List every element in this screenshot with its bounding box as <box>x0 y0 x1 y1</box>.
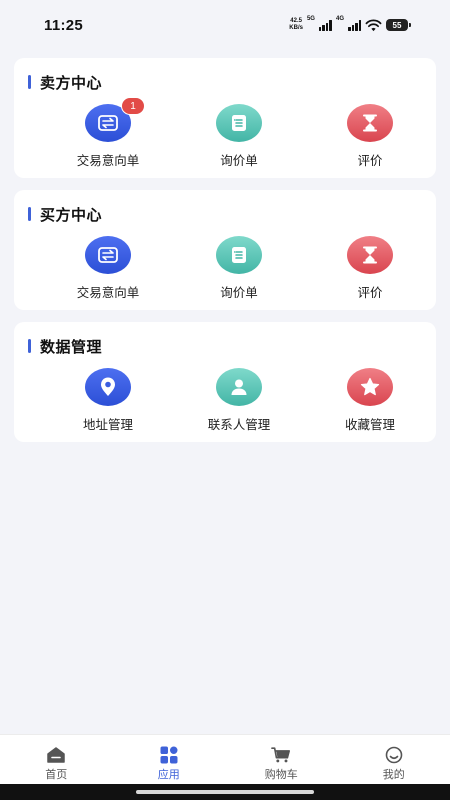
favorites-management-item[interactable]: 收藏管理 <box>315 366 425 432</box>
network-gen-5g: 5G <box>306 16 315 22</box>
list-document-icon <box>216 104 262 142</box>
section-accent-bar <box>28 75 31 89</box>
swap-arrows-icon <box>85 236 131 274</box>
nav-label: 购物车 <box>264 769 298 781</box>
section-title: 数据管理 <box>40 338 103 356</box>
signal-icon-2 <box>348 19 361 31</box>
section-buyer-center: 买方中心 交易意向单 询价单 评价 <box>14 190 436 310</box>
item-label: 询价单 <box>220 154 258 168</box>
notification-badge: 1 <box>121 97 145 115</box>
wifi-icon <box>365 19 382 31</box>
network-gen-4g: 4G <box>335 16 344 22</box>
home-icon <box>46 746 66 764</box>
address-management-item[interactable]: 地址管理 <box>53 366 163 432</box>
buyer-review-item[interactable]: 评价 <box>315 234 425 300</box>
nav-apps[interactable]: 应用 <box>113 735 226 784</box>
buyer-inquiry-item[interactable]: 询价单 <box>184 234 294 300</box>
section-accent-bar <box>28 207 31 221</box>
item-label: 交易意向单 <box>76 154 140 168</box>
nav-label: 应用 <box>157 769 180 781</box>
hourglass-icon <box>347 236 393 274</box>
item-label: 地址管理 <box>82 418 133 432</box>
item-label: 评价 <box>357 286 383 300</box>
nav-label: 首页 <box>45 769 68 781</box>
signal-icon <box>318 19 332 31</box>
seller-review-item[interactable]: 评价 <box>315 102 425 168</box>
section-title: 卖方中心 <box>40 74 103 92</box>
network-speed-value: 42.5 <box>290 18 302 24</box>
item-label: 评价 <box>357 154 383 168</box>
section-header: 数据管理 <box>28 336 102 356</box>
section-items: 地址管理 联系人管理 收藏管理 <box>14 366 436 432</box>
contact-management-item[interactable]: 联系人管理 <box>184 366 294 432</box>
item-label: 询价单 <box>220 286 258 300</box>
list-document-icon <box>216 236 262 274</box>
smiley-profile-icon <box>384 746 404 764</box>
network-speed: 42.5 KB/s <box>289 18 303 32</box>
person-icon <box>216 368 262 406</box>
nav-cart[interactable]: 购物车 <box>225 735 338 784</box>
buyer-trade-intent-item[interactable]: 交易意向单 <box>53 234 163 300</box>
section-items: 交易意向单 询价单 评价 <box>14 234 436 300</box>
nav-mine[interactable]: 我的 <box>338 735 450 784</box>
item-label: 收藏管理 <box>344 418 395 432</box>
section-data-management: 数据管理 地址管理 联系人管理 收藏管理 <box>14 322 436 442</box>
bottom-nav: 首页 应用 购物车 我的 <box>0 734 450 784</box>
section-header: 卖方中心 <box>28 72 102 92</box>
network-speed-unit: KB/s <box>289 25 303 31</box>
apps-grid-icon <box>159 746 179 764</box>
item-label: 联系人管理 <box>207 418 271 432</box>
section-header: 买方中心 <box>28 204 102 224</box>
section-items: 1 交易意向单 询价单 评价 <box>14 97 436 168</box>
home-indicator[interactable] <box>136 790 314 794</box>
status-indicators: 42.5 KB/s 5G 4G 55 <box>289 16 411 32</box>
section-accent-bar <box>28 339 31 353</box>
system-nav-bar <box>0 784 450 800</box>
seller-trade-intent-item[interactable]: 1 交易意向单 <box>53 97 163 168</box>
section-seller-center: 卖方中心 1 交易意向单 询价单 评价 <box>14 58 436 178</box>
screen: 11:25 42.5 KB/s 5G 4G 55 卖方中心 1 交易意向单 询价… <box>0 0 450 800</box>
status-bar: 11:25 42.5 KB/s 5G 4G 55 <box>0 0 450 50</box>
nav-label: 我的 <box>382 769 405 781</box>
status-time: 11:25 <box>44 16 84 34</box>
seller-inquiry-item[interactable]: 询价单 <box>184 102 294 168</box>
cart-icon <box>271 746 291 764</box>
section-title: 买方中心 <box>40 206 103 224</box>
star-icon <box>347 368 393 406</box>
location-pin-icon <box>85 368 131 406</box>
battery-level: 55 <box>392 20 402 30</box>
nav-home[interactable]: 首页 <box>0 735 113 784</box>
hourglass-icon <box>347 104 393 142</box>
item-label: 交易意向单 <box>76 286 140 300</box>
battery-icon: 55 <box>386 19 411 31</box>
